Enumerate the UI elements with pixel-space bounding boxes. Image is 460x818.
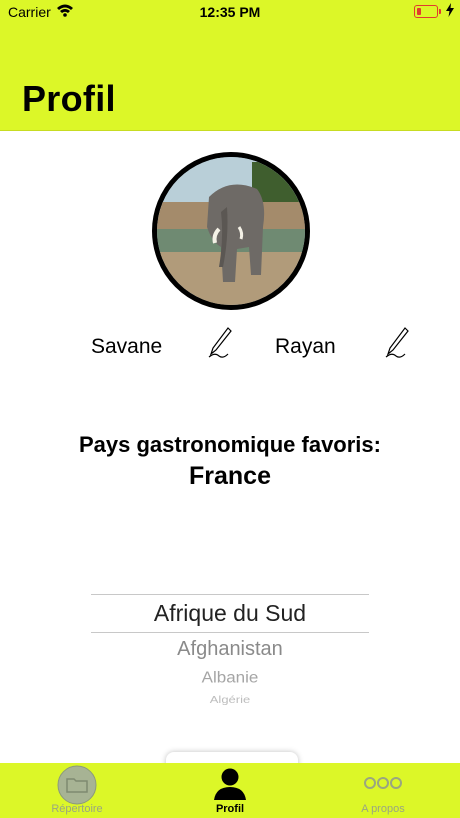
- first-name-label: Rayan: [275, 335, 336, 358]
- tab-a-propos[interactable]: A propos: [336, 763, 430, 818]
- person-icon: [212, 767, 248, 806]
- edit-last-name-pencil-icon[interactable]: [206, 326, 232, 365]
- picker-option[interactable]: Afghanistan: [91, 638, 369, 661]
- tab-repertoire[interactable]: Répertoire: [30, 763, 124, 818]
- picker-option[interactable]: Algérie: [91, 694, 369, 706]
- picker-top-divider: [91, 594, 369, 595]
- navigation-bar: Profil: [0, 24, 460, 131]
- charging-icon: [446, 3, 454, 20]
- page-title: Profil: [22, 78, 116, 119]
- profile-avatar[interactable]: [152, 152, 310, 310]
- more-icon: [363, 776, 403, 795]
- tab-label: Répertoire: [51, 803, 103, 815]
- picker-bottom-divider: [91, 632, 369, 633]
- last-name-label: Savane: [91, 335, 163, 358]
- tab-label: A propos: [361, 803, 405, 815]
- favorite-country-title: Pays gastronomique favoris:: [79, 432, 381, 457]
- picker-option[interactable]: Albanie: [91, 669, 369, 687]
- edit-first-name-pencil-icon[interactable]: [383, 326, 409, 365]
- status-bar: Carrier 12:35 PM: [0, 0, 460, 24]
- tab-label: Profil: [215, 803, 245, 815]
- favorite-country-value: France: [189, 462, 271, 490]
- tab-profil[interactable]: Profil: [183, 763, 277, 818]
- tab-bar: Répertoire Profil A propos: [0, 763, 460, 818]
- elephant-photo: [157, 157, 305, 305]
- picker-selected-option[interactable]: Afrique du Sud: [91, 600, 369, 627]
- country-picker[interactable]: Afrique du Sud Afghanistan Albanie Algér…: [91, 590, 369, 714]
- status-time: 12:35 PM: [199, 4, 261, 20]
- battery-icon: [414, 5, 441, 18]
